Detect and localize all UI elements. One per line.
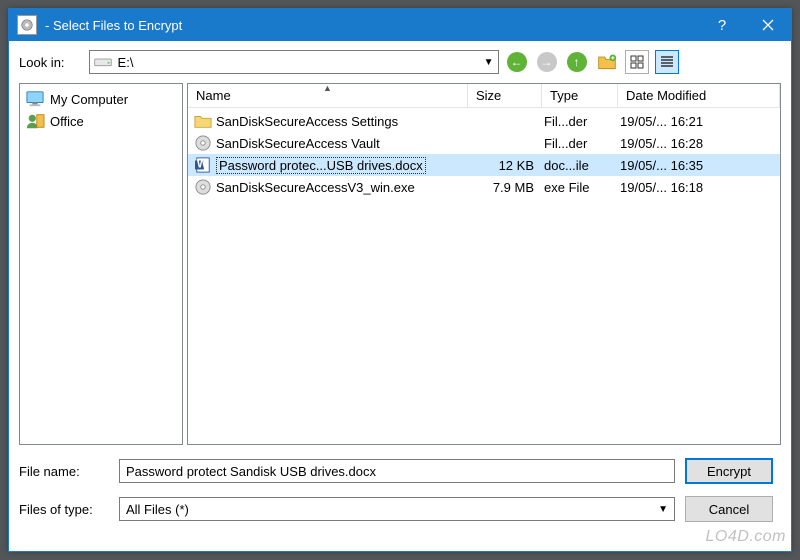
arrow-left-icon: ← xyxy=(507,52,527,72)
close-button[interactable] xyxy=(745,9,791,41)
file-type: exe File xyxy=(544,180,620,195)
file-name-input[interactable] xyxy=(119,459,675,483)
look-in-combo[interactable]: E:\ ▼ xyxy=(89,50,499,74)
look-in-label: Look in: xyxy=(19,55,65,70)
detail-view-button[interactable] xyxy=(655,50,679,74)
list-icon xyxy=(660,55,674,69)
file-dialog: - Select Files to Encrypt ? Look in: E:\… xyxy=(8,8,792,552)
sidebar-item-office[interactable]: Office xyxy=(22,110,180,132)
column-header-name[interactable]: ▲Name xyxy=(188,84,468,107)
chevron-down-icon: ▼ xyxy=(658,504,668,515)
sidebar-item-label: Office xyxy=(50,114,84,129)
grid-icon xyxy=(630,55,644,69)
back-button[interactable]: ← xyxy=(505,50,529,74)
file-date: 19/05/... 16:28 xyxy=(620,136,780,151)
file-name-label: File name: xyxy=(19,464,109,479)
cancel-button[interactable]: Cancel xyxy=(685,496,773,522)
file-name: Password protec...USB drives.docx xyxy=(216,157,426,174)
titlebar: - Select Files to Encrypt ? xyxy=(9,9,791,41)
arrow-up-icon: ↑ xyxy=(567,52,587,72)
file-row[interactable]: W Password protec...USB drives.docx 12 K… xyxy=(188,154,780,176)
file-row[interactable]: SanDiskSecureAccessV3_win.exe 7.9 MB exe… xyxy=(188,176,780,198)
help-button[interactable]: ? xyxy=(699,9,745,41)
file-name: SanDiskSecureAccess Vault xyxy=(216,136,380,151)
new-folder-button[interactable] xyxy=(595,50,619,74)
file-list: ▲Name Size Type Date Modified SanDiskSec… xyxy=(187,83,781,445)
files-of-type-label: Files of type: xyxy=(19,502,109,517)
sidebar: My Computer Office xyxy=(19,83,183,445)
file-type: doc...ile xyxy=(544,158,620,173)
arrow-right-icon: → xyxy=(537,52,557,72)
encrypt-button[interactable]: Encrypt xyxy=(685,458,773,484)
chevron-down-icon: ▼ xyxy=(484,57,494,68)
folder-icon xyxy=(194,112,212,130)
user-icon xyxy=(24,112,46,130)
computer-icon xyxy=(24,90,46,108)
column-header-row: ▲Name Size Type Date Modified xyxy=(188,84,780,108)
sidebar-item-my-computer[interactable]: My Computer xyxy=(22,88,180,110)
file-size: 12 KB xyxy=(470,158,544,173)
file-row[interactable]: SanDiskSecureAccess Settings Fil...der 1… xyxy=(188,110,780,132)
column-header-size[interactable]: Size xyxy=(468,84,542,107)
disc-icon xyxy=(194,178,212,196)
drive-icon xyxy=(94,55,112,69)
file-date: 19/05/... 16:35 xyxy=(620,158,780,173)
folder-new-icon xyxy=(597,53,617,71)
file-rows: SanDiskSecureAccess Settings Fil...der 1… xyxy=(188,108,780,198)
icon-view-button[interactable] xyxy=(625,50,649,74)
disc-icon xyxy=(194,134,212,152)
forward-button[interactable]: → xyxy=(535,50,559,74)
toolbar: Look in: E:\ ▼ ← → ↑ xyxy=(9,41,791,83)
look-in-value: E:\ xyxy=(118,55,484,70)
column-header-date[interactable]: Date Modified xyxy=(618,84,780,107)
word-doc-icon: W xyxy=(194,156,212,174)
up-button[interactable]: ↑ xyxy=(565,50,589,74)
app-icon xyxy=(17,15,37,35)
file-date: 19/05/... 16:21 xyxy=(620,114,780,129)
file-size: 7.9 MB xyxy=(470,180,544,195)
svg-text:W: W xyxy=(197,159,208,171)
body-area: My Computer Office ▲Name Size Type Date … xyxy=(9,83,791,445)
bottom-panel: File name: Encrypt Files of type: All Fi… xyxy=(9,445,791,533)
file-name: SanDiskSecureAccessV3_win.exe xyxy=(216,180,415,195)
file-row[interactable]: SanDiskSecureAccess Vault Fil...der 19/0… xyxy=(188,132,780,154)
sort-indicator-icon: ▲ xyxy=(323,83,332,93)
files-of-type-combo[interactable]: All Files (*) ▼ xyxy=(119,497,675,521)
file-date: 19/05/... 16:18 xyxy=(620,180,780,195)
file-type: Fil...der xyxy=(544,114,620,129)
file-type: Fil...der xyxy=(544,136,620,151)
files-of-type-value: All Files (*) xyxy=(126,502,189,517)
sidebar-item-label: My Computer xyxy=(50,92,128,107)
window-title: - Select Files to Encrypt xyxy=(45,18,699,33)
file-name: SanDiskSecureAccess Settings xyxy=(216,114,398,129)
column-header-type[interactable]: Type xyxy=(542,84,618,107)
